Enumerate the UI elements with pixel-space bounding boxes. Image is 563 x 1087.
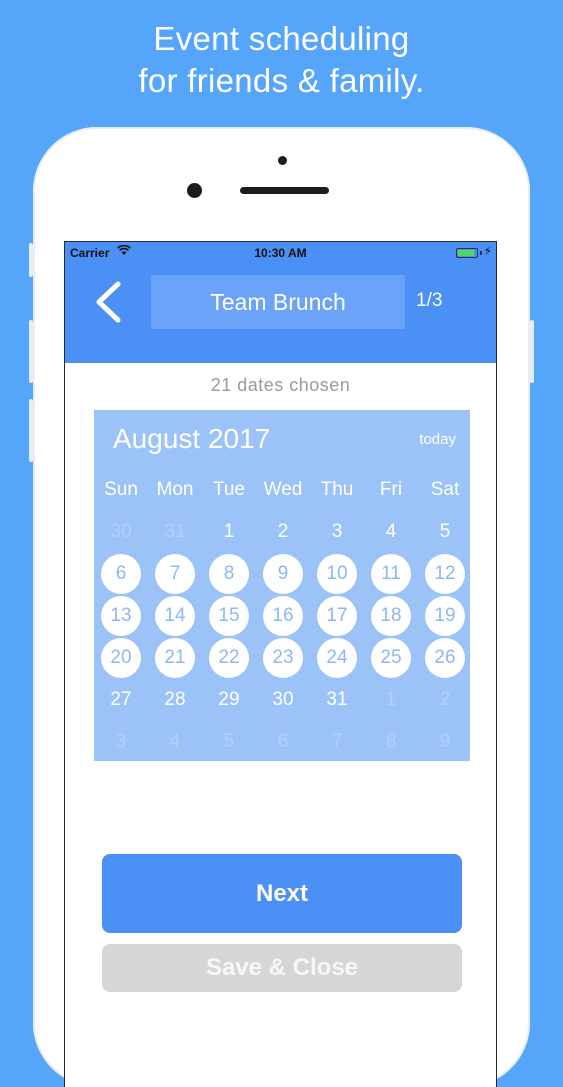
weekday-header: Tue [212,479,246,500]
calendar-day-selected[interactable]: 22 [209,638,249,678]
marketing-headline: Event scheduling for friends & family. [0,18,563,102]
calendar-day[interactable]: 1 [371,680,411,720]
calendar-day-selected[interactable]: 23 [263,638,303,678]
calendar-day-selected[interactable]: 17 [317,596,357,636]
chevron-left-icon [96,281,121,323]
volume-down-button [29,399,33,462]
calendar-day-selected[interactable]: 11 [371,554,411,594]
mute-switch [29,243,33,277]
month-label: August 2017 [113,423,271,454]
calendar-day[interactable]: 30 [101,512,141,552]
calendar-day[interactable]: 30 [263,680,303,720]
weekday-header: Sun [104,479,138,500]
calendar-day-selected[interactable]: 26 [425,638,465,678]
calendar-day[interactable]: 2 [263,512,303,552]
weekday-header: Sat [430,479,460,500]
calendar-day-selected[interactable]: 20 [101,638,141,678]
calendar: August 2017 today Sun Mon Tue Wed Thu Fri Sat 3… [94,410,470,761]
status-bar: Carrier 10:30 AM ⚡ [65,242,496,264]
volume-up-button [29,320,33,383]
weekday-header: Thu [320,479,354,500]
calendar-day-selected[interactable]: 7 [155,554,195,594]
back-button[interactable] [89,280,129,324]
calendar-day[interactable]: 2 [425,680,465,720]
page-indicator: 1/3 [416,290,443,311]
front-camera [187,183,202,198]
calendar-day[interactable]: 3 [317,512,357,552]
event-title[interactable]: Team Brunch [151,275,405,329]
calendar-day[interactable]: 5 [425,512,465,552]
save-close-button[interactable]: Save & Close [102,944,462,992]
calendar-day-selected[interactable]: 25 [371,638,411,678]
navigation-bar: Carrier 10:30 AM ⚡ Team Brunch 1/3 [65,242,496,363]
battery-icon [456,248,478,258]
calendar-day-selected[interactable]: 14 [155,596,195,636]
calendar-day-selected[interactable]: 10 [317,554,357,594]
today-button[interactable]: today [419,431,456,448]
calendar-day-selected[interactable]: 16 [263,596,303,636]
calendar-day-selected[interactable]: 18 [371,596,411,636]
charging-bolt-icon: ⚡ [483,244,492,258]
weekday-header: Mon [156,479,194,500]
power-button [530,320,534,383]
battery-tip [480,251,482,255]
calendar-day[interactable]: 4 [155,722,195,762]
calendar-day-selected[interactable]: 6 [101,554,141,594]
calendar-day-selected[interactable]: 12 [425,554,465,594]
calendar-day-selected[interactable]: 8 [209,554,249,594]
weekday-header: Wed [263,479,303,500]
calendar-day[interactable]: 4 [371,512,411,552]
calendar-day-selected[interactable]: 21 [155,638,195,678]
calendar-day[interactable]: 28 [155,680,195,720]
calendar-day-selected[interactable]: 19 [425,596,465,636]
calendar-day-selected[interactable]: 24 [317,638,357,678]
calendar-day[interactable]: 5 [209,722,249,762]
status-time: 10:30 AM [254,246,307,260]
calendar-day[interactable]: 31 [317,680,357,720]
weekday-header: Fri [379,479,403,500]
phone-frame: Carrier 10:30 AM ⚡ Team Brunch 1/3 21 da… [29,127,534,1087]
calendar-day[interactable]: 8 [371,722,411,762]
calendar-day[interactable]: 29 [209,680,249,720]
calendar-day[interactable]: 31 [155,512,195,552]
headline-line-1: Event scheduling [153,20,410,57]
calendar-day[interactable]: 9 [425,722,465,762]
earpiece-speaker [240,187,329,194]
dates-chosen-label: 21 dates chosen [210,375,351,395]
app-screen: Carrier 10:30 AM ⚡ Team Brunch 1/3 21 da… [64,241,497,1087]
calendar-day-selected[interactable]: 9 [263,554,303,594]
calendar-day-selected[interactable]: 15 [209,596,249,636]
calendar-day[interactable]: 27 [101,680,141,720]
calendar-day[interactable]: 1 [209,512,249,552]
calendar-day[interactable]: 6 [263,722,303,762]
next-button[interactable]: Next [102,854,462,933]
calendar-day-selected[interactable]: 13 [101,596,141,636]
headline-line-2: for friends & family. [138,62,425,99]
calendar-day[interactable]: 3 [101,722,141,762]
calendar-day[interactable]: 7 [317,722,357,762]
proximity-sensor [278,156,287,165]
